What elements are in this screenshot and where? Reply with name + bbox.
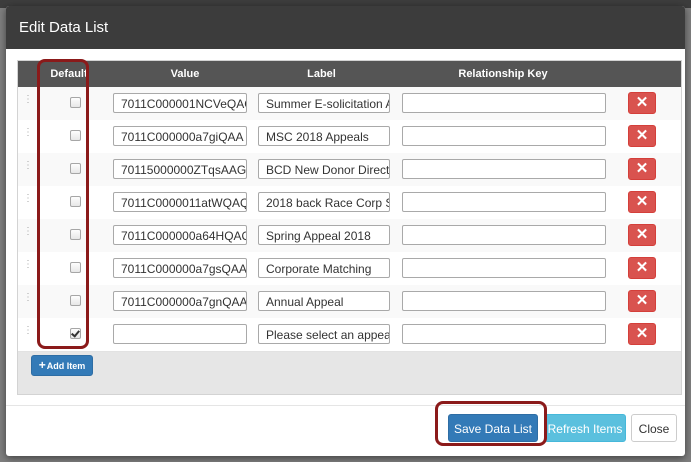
drag-handle-icon[interactable]: ⋮ — [23, 227, 33, 242]
footer-divider — [6, 405, 685, 406]
header-relationship-key: Relationship Key — [458, 68, 548, 80]
table-row: ⋮ Please select an appeal ✕ — [18, 318, 681, 352]
x-icon: ✕ — [635, 292, 649, 309]
delete-row-button[interactable]: ✕ — [628, 290, 656, 312]
value-input[interactable]: 7011C000001NCVeQAC — [113, 93, 247, 113]
edit-data-list-modal: Edit Data List Default Value Label Relat… — [6, 6, 685, 456]
delete-row-button[interactable]: ✕ — [628, 158, 656, 180]
drag-handle-icon[interactable]: ⋮ — [23, 161, 33, 176]
label-input[interactable]: Corporate Matching — [258, 258, 390, 278]
delete-row-button[interactable]: ✕ — [628, 191, 656, 213]
add-item-label: Add Item — [46, 361, 86, 371]
delete-row-button[interactable]: ✕ — [628, 92, 656, 114]
relationship-key-input[interactable] — [402, 291, 606, 311]
table-row: ⋮ 7011C000000a7gsQAA Corporate Matching ✕ — [18, 252, 681, 286]
table-row: ⋮ 7011C000000a7giQAA MSC 2018 Appeals ✕ — [18, 120, 681, 154]
label-input[interactable]: Please select an appeal — [258, 324, 390, 344]
x-icon: ✕ — [635, 193, 649, 210]
refresh-items-button[interactable]: Refresh Items — [544, 414, 626, 442]
table-header: Default Value Label Relationship Key — [18, 61, 681, 87]
table-row: ⋮ 70115000000ZTqsAAG BCD New Donor Direct … — [18, 153, 681, 187]
table-row: ⋮ 7011C0000011atWQAQ 2018 back Race Corp S… — [18, 186, 681, 220]
x-icon: ✕ — [635, 160, 649, 177]
relationship-key-input[interactable] — [402, 159, 606, 179]
value-input[interactable]: 7011C0000011atWQAQ — [113, 192, 247, 212]
table-row: ⋮ 7011C000001NCVeQAC Summer E-solicitation… — [18, 87, 681, 121]
add-item-button[interactable]: +Add Item — [31, 355, 93, 376]
delete-row-button[interactable]: ✕ — [628, 125, 656, 147]
value-input[interactable]: 7011C000000a7gnQAA — [113, 291, 247, 311]
drag-handle-icon[interactable]: ⋮ — [23, 326, 33, 341]
default-column-highlight — [37, 59, 89, 349]
label-input[interactable]: MSC 2018 Appeals — [258, 126, 390, 146]
label-input[interactable]: 2018 back Race Corp Sp — [258, 192, 390, 212]
value-input[interactable]: 7011C000000a7gsQAA — [113, 258, 247, 278]
value-input[interactable]: 70115000000ZTqsAAG — [113, 159, 247, 179]
relationship-key-input[interactable] — [402, 258, 606, 278]
data-list-table: Default Value Label Relationship Key ⋮ 70… — [17, 60, 682, 395]
relationship-key-input[interactable] — [402, 324, 606, 344]
plus-icon: + — [38, 358, 46, 372]
drag-handle-icon[interactable]: ⋮ — [23, 260, 33, 275]
delete-row-button[interactable]: ✕ — [628, 224, 656, 246]
delete-row-button[interactable]: ✕ — [628, 323, 656, 345]
x-icon: ✕ — [635, 226, 649, 243]
x-icon: ✕ — [635, 94, 649, 111]
value-input[interactable]: 7011C000000a64HQAQ — [113, 225, 247, 245]
relationship-key-input[interactable] — [402, 126, 606, 146]
value-input[interactable] — [113, 324, 247, 344]
drag-handle-icon[interactable]: ⋮ — [23, 293, 33, 308]
relationship-key-input[interactable] — [402, 225, 606, 245]
header-label: Label — [307, 68, 336, 80]
label-input[interactable]: BCD New Donor Direct M — [258, 159, 390, 179]
drag-handle-icon[interactable]: ⋮ — [23, 194, 33, 209]
label-input[interactable]: Spring Appeal 2018 — [258, 225, 390, 245]
save-button-highlight — [435, 401, 547, 446]
relationship-key-input[interactable] — [402, 93, 606, 113]
label-input[interactable]: Annual Appeal — [258, 291, 390, 311]
drag-handle-icon[interactable]: ⋮ — [23, 128, 33, 143]
delete-row-button[interactable]: ✕ — [628, 257, 656, 279]
modal-header: Edit Data List — [6, 6, 685, 49]
x-icon: ✕ — [635, 259, 649, 276]
modal-title: Edit Data List — [19, 19, 109, 36]
x-icon: ✕ — [635, 127, 649, 144]
table-row: ⋮ 7011C000000a64HQAQ Spring Appeal 2018 ✕ — [18, 219, 681, 253]
label-input[interactable]: Summer E-solicitation Ap — [258, 93, 390, 113]
x-icon: ✕ — [635, 325, 649, 342]
header-value: Value — [170, 68, 200, 80]
drag-handle-icon[interactable]: ⋮ — [23, 95, 33, 110]
relationship-key-input[interactable] — [402, 192, 606, 212]
value-input[interactable]: 7011C000000a7giQAA — [113, 126, 247, 146]
close-button[interactable]: Close — [631, 414, 677, 442]
table-row: ⋮ 7011C000000a7gnQAA Annual Appeal ✕ — [18, 285, 681, 319]
